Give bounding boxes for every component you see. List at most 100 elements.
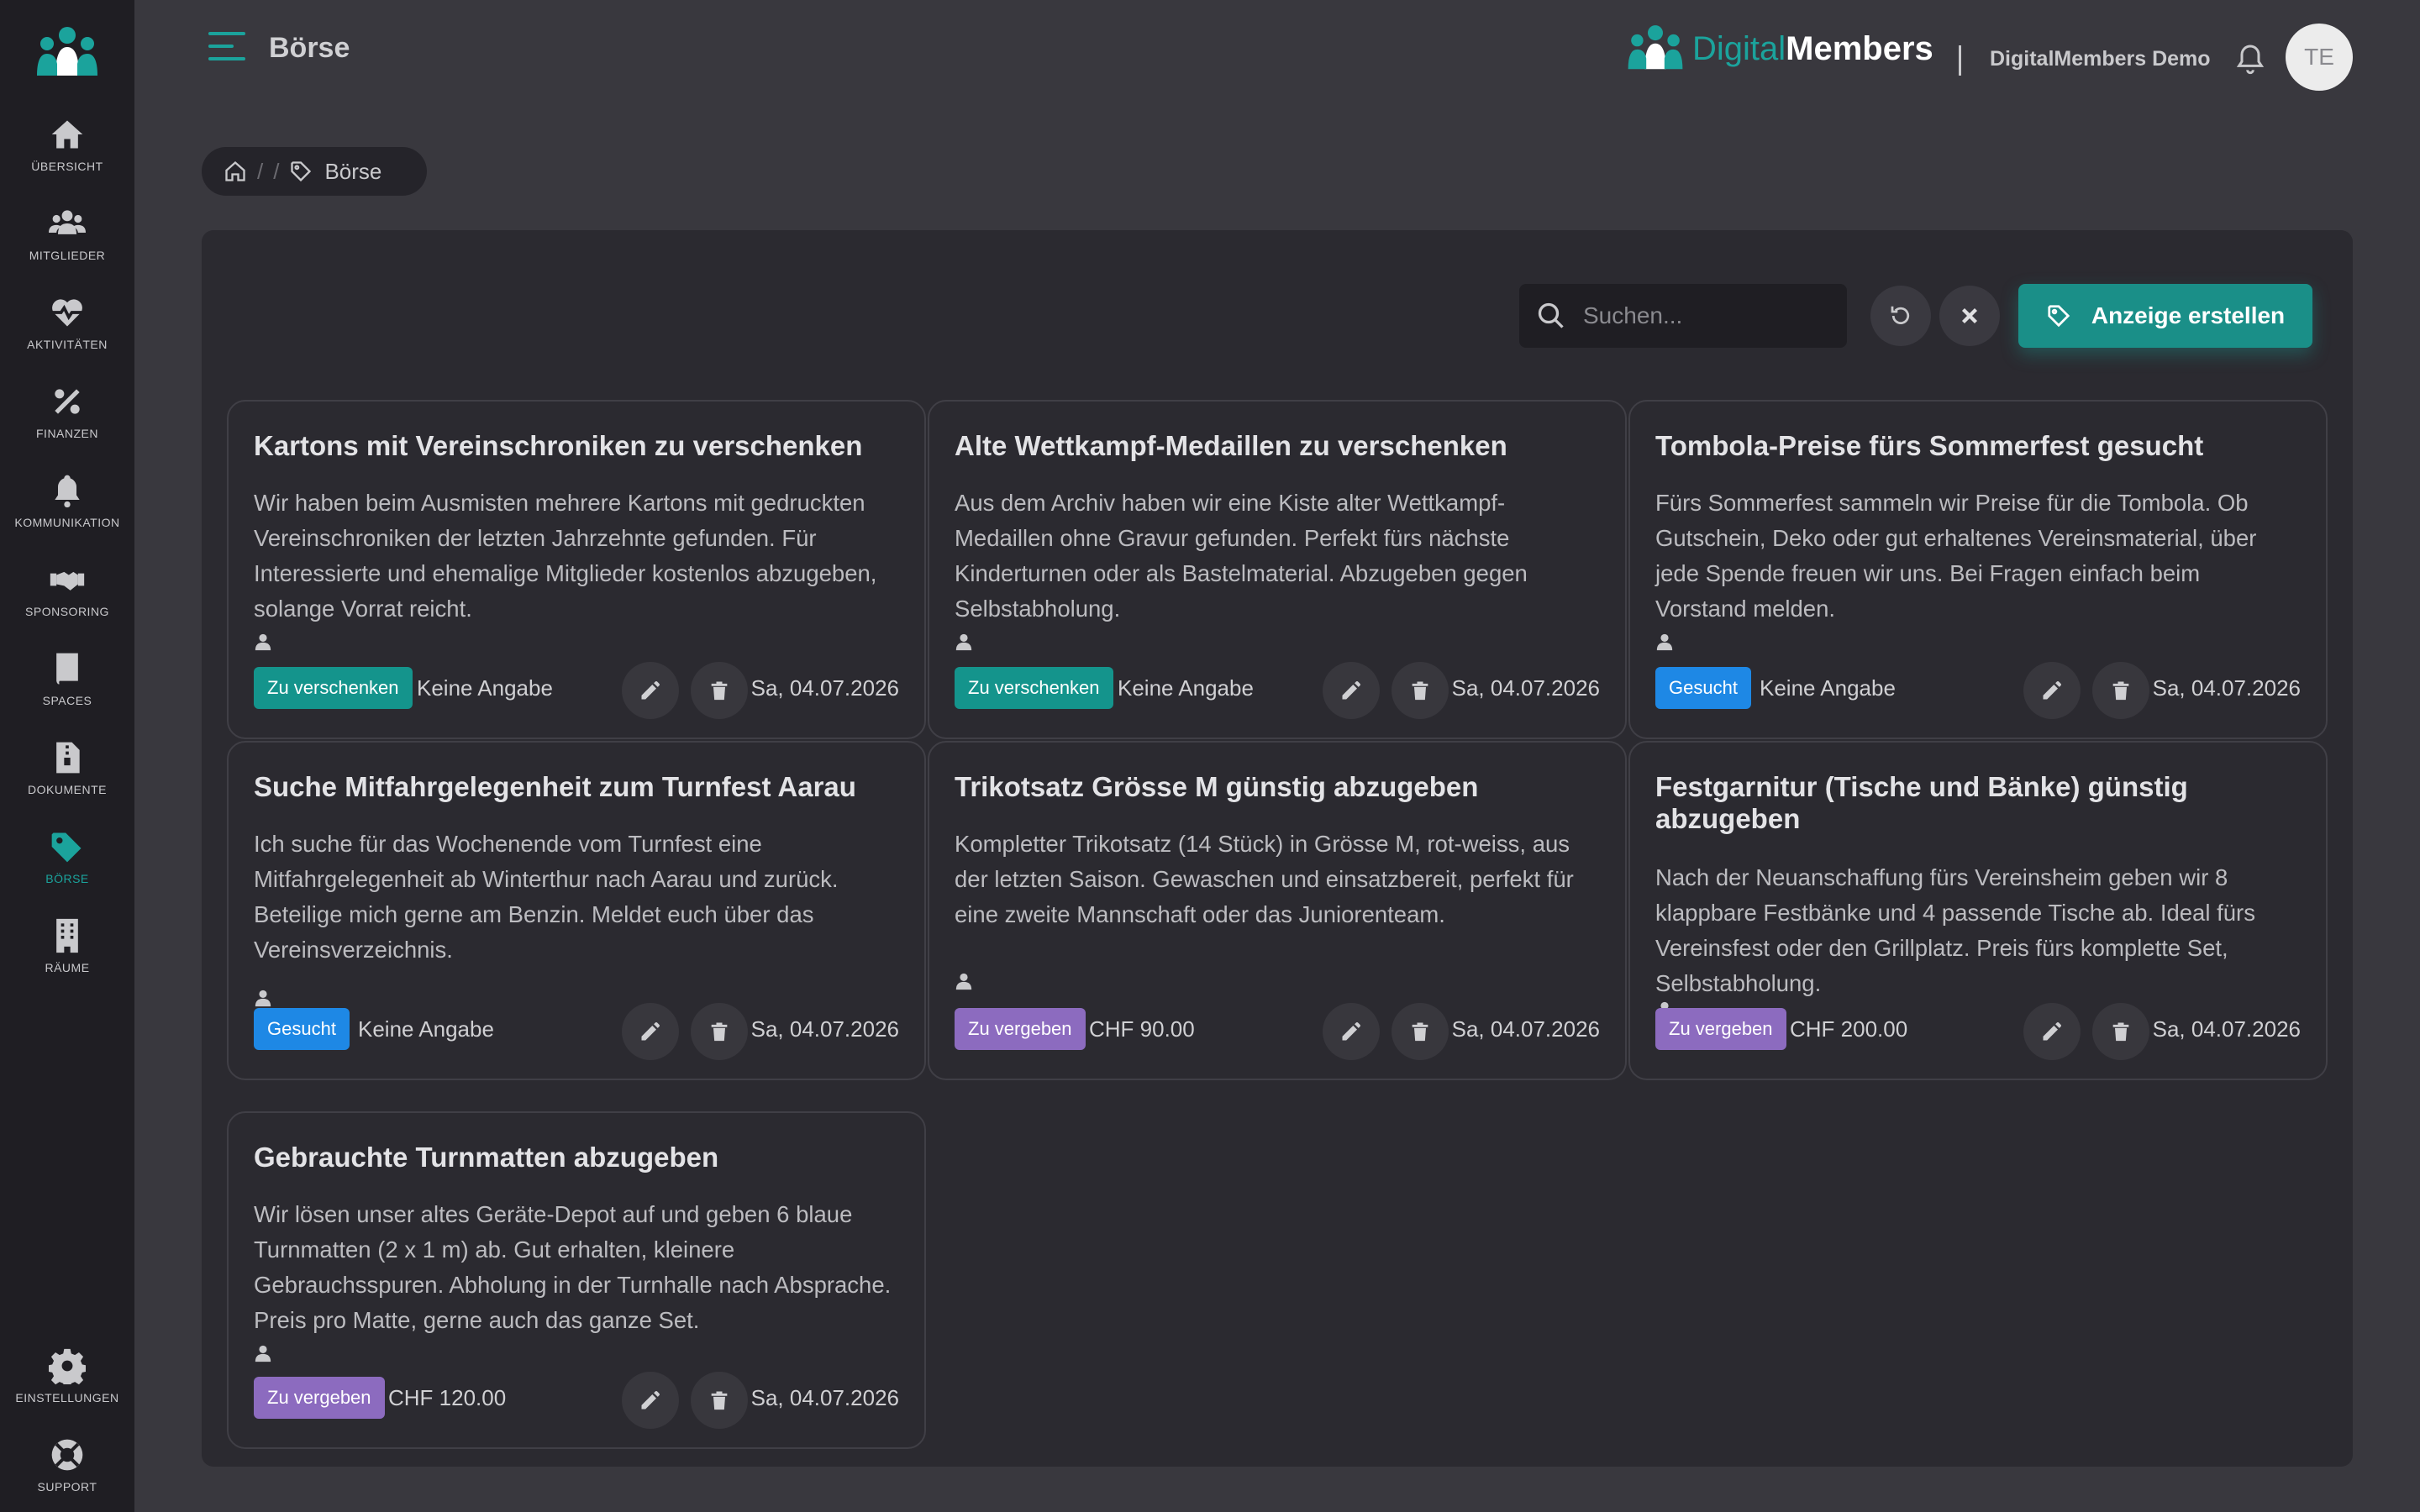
listing-date: Sa, 04.07.2026 [750, 675, 899, 701]
sidebar-item-uebersicht[interactable]: ÜBERSICHT [0, 116, 134, 192]
sidebar-item-finanzen[interactable]: FINANZEN [0, 383, 134, 459]
listing-card[interactable]: Suche Mitfahrgelegenheit zum Turnfest Aa… [227, 741, 926, 1080]
listing-footer: Gesucht Keine Angabe Sa, 04.07.2026 [254, 995, 899, 1060]
lifebuoy-icon [51, 1439, 83, 1471]
status-badge: Zu vergeben [254, 1377, 385, 1419]
sidebar-item-label: ÜBERSICHT [31, 160, 103, 173]
building-icon [56, 918, 78, 953]
status-badge: Gesucht [1655, 667, 1751, 709]
undo-icon [1891, 306, 1910, 324]
reset-button[interactable] [1870, 286, 1931, 346]
sidebar-item-label: FINANZEN [36, 427, 98, 440]
app-logo-icon[interactable] [34, 25, 101, 81]
listing-date: Sa, 04.07.2026 [2152, 1016, 2301, 1042]
sidebar-item-sponsoring[interactable]: SPONSORING [0, 561, 134, 637]
app-logo-icon [1628, 25, 1683, 70]
sidebar-item-support[interactable]: SUPPORT [0, 1436, 134, 1512]
listing-title: Kartons mit Vereinschroniken zu verschen… [254, 430, 863, 461]
sidebar-item-einstellungen[interactable]: EINSTELLUNGEN [0, 1347, 134, 1423]
listing-footer: Zu vergeben CHF 90.00 Sa, 04.07.2026 [955, 995, 1600, 1060]
listing-footer: Gesucht Keine Angabe Sa, 04.07.2026 [1655, 654, 2301, 719]
delete-button[interactable] [691, 1372, 748, 1429]
delete-button[interactable] [691, 662, 748, 719]
edit-button[interactable] [2023, 662, 2081, 719]
listing-card[interactable]: Alte Wettkampf-Medaillen zu verschenken … [928, 400, 1627, 739]
sidebar-item-label: EINSTELLUNGEN [15, 1391, 119, 1404]
trash-icon [711, 681, 728, 701]
sidebar-item-raeume[interactable]: RÄUME [0, 917, 134, 993]
header-divider [1959, 45, 1961, 76]
pencil-icon [641, 681, 660, 700]
edit-button[interactable] [2023, 1003, 2081, 1060]
listing-price: Keine Angabe [358, 1016, 494, 1042]
person-icon [1656, 633, 1673, 651]
sidebar-item-label: AKTIVITÄTEN [27, 338, 108, 351]
brand-logo[interactable]: DigitalMembers [1625, 24, 1933, 74]
listing-card[interactable]: Gebrauchte Turnmatten abzugeben Wir löse… [227, 1111, 926, 1449]
sidebar-item-boerse[interactable]: BÖRSE [0, 828, 134, 904]
sidebar-item-label: KOMMUNIKATION [14, 516, 120, 529]
brand-name-part: Members [1786, 29, 1933, 67]
listing-price: CHF 120.00 [388, 1385, 507, 1410]
listing-card[interactable]: Tombola-Preise fürs Sommerfest gesucht F… [1628, 400, 2328, 739]
edit-button[interactable] [622, 1372, 679, 1429]
listing-description: Fürs Sommerfest sammeln wir Preise für d… [1655, 490, 2257, 622]
sidebar-item-mitglieder[interactable]: MITGLIEDER [0, 205, 134, 281]
sidebar-item-label: SUPPORT [37, 1480, 97, 1494]
listing-title: Gebrauchte Turnmatten abzugeben [254, 1142, 719, 1173]
listing-date: Sa, 04.07.2026 [1451, 675, 1600, 701]
notifications-bell-icon[interactable] [2233, 40, 2267, 77]
listing-card[interactable]: Kartons mit Vereinschroniken zu verschen… [227, 400, 926, 739]
sidebar-item-label: RÄUME [45, 961, 90, 974]
pencil-icon [641, 1391, 660, 1410]
status-badge: Zu vergeben [955, 1008, 1086, 1050]
sidebar-item-aktivitaeten[interactable]: AKTIVITÄTEN [0, 294, 134, 370]
sidebar-item-kommunikation[interactable]: KOMMUNIKATION [0, 472, 134, 548]
delete-button[interactable] [2092, 1003, 2149, 1060]
person-icon [255, 633, 271, 651]
listing-description: Nach der Neuanschaffung fürs Vereinsheim… [1655, 864, 2255, 996]
listing-footer: Zu verschenken Keine Angabe Sa, 04.07.20… [254, 654, 899, 719]
sidebar-item-label: DOKUMENTE [28, 783, 107, 796]
listing-title: Alte Wettkampf-Medaillen zu verschenken [955, 430, 1507, 461]
breadcrumb-separator: / [273, 158, 280, 184]
sidebar-item-label: SPACES [42, 694, 92, 707]
listing-card[interactable]: Festgarnitur (Tische und Bänke) günstig … [1628, 741, 2328, 1080]
person-icon [955, 973, 972, 990]
delete-button[interactable] [691, 1003, 748, 1060]
bell-icon [55, 475, 80, 508]
listing-title: Suche Mitfahrgelegenheit zum Turnfest Aa… [254, 771, 856, 802]
search-input[interactable] [1583, 302, 1835, 329]
listing-description: Aus dem Archiv haben wir eine Kiste alte… [955, 490, 1528, 622]
delete-button[interactable] [1392, 662, 1449, 719]
trash-icon [1412, 1022, 1428, 1042]
file-zip-icon [56, 742, 80, 774]
listing-title: Tombola-Preise fürs Sommerfest gesucht [1655, 430, 2204, 461]
edit-button[interactable] [1323, 662, 1380, 719]
sidebar-item-spaces[interactable]: SPACES [0, 650, 134, 726]
create-listing-label: Anzeige erstellen [2091, 302, 2286, 328]
menu-toggle-button[interactable] [208, 32, 245, 66]
search-field[interactable] [1519, 284, 1847, 348]
person-icon [255, 1345, 271, 1362]
edit-button[interactable] [622, 1003, 679, 1060]
edit-button[interactable] [622, 662, 679, 719]
tag-icon [291, 161, 312, 182]
sidebar-item-dokumente[interactable]: DOKUMENTE [0, 739, 134, 815]
pencil-icon [1342, 1022, 1360, 1041]
edit-button[interactable] [1323, 1003, 1380, 1060]
listing-card[interactable]: Trikotsatz Grösse M günstig abzugeben Ko… [928, 741, 1627, 1080]
clear-button[interactable] [1939, 286, 2000, 346]
trash-icon [2112, 1022, 2129, 1042]
create-listing-button[interactable]: Anzeige erstellen [2018, 284, 2312, 348]
listing-date: Sa, 04.07.2026 [750, 1385, 899, 1410]
pencil-icon [641, 1022, 660, 1041]
home-icon[interactable] [224, 160, 247, 183]
listing-price: Keine Angabe [417, 675, 553, 701]
avatar[interactable]: TE [2286, 24, 2353, 91]
delete-button[interactable] [1392, 1003, 1449, 1060]
organization-name[interactable]: DigitalMembers Demo [1990, 47, 2211, 71]
listing-title: Trikotsatz Grösse M günstig abzugeben [955, 771, 1479, 802]
delete-button[interactable] [2092, 662, 2149, 719]
trash-icon [711, 1022, 728, 1042]
